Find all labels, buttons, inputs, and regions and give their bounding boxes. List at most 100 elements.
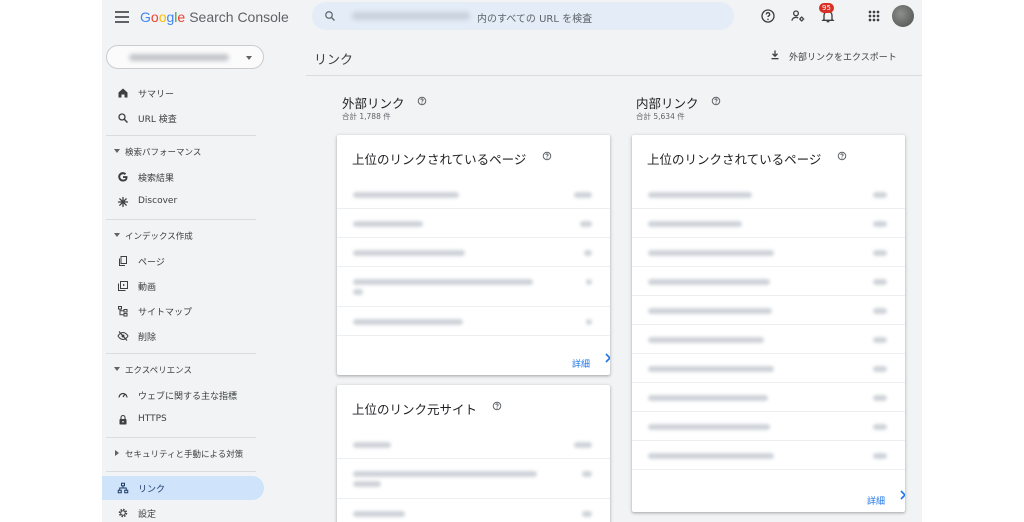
- help-icon[interactable]: [711, 96, 721, 106]
- table-row[interactable]: [337, 180, 610, 209]
- blurred-count: [586, 319, 592, 325]
- sidebar-item-https[interactable]: HTTPS: [102, 408, 264, 432]
- sidebar-item-discover[interactable]: Discover: [102, 190, 264, 214]
- table-row[interactable]: [632, 296, 905, 325]
- help-icon[interactable]: [417, 96, 427, 106]
- blurred-site: [353, 481, 381, 487]
- blurred-url: [648, 308, 772, 314]
- table-row[interactable]: [337, 238, 610, 267]
- url-inspection-search[interactable]: 内のすべての URL を検査: [312, 2, 734, 30]
- help-icon[interactable]: [542, 151, 552, 161]
- table-row[interactable]: [337, 267, 610, 307]
- sidebar-item-search-results[interactable]: 検索結果: [102, 165, 264, 189]
- help-icon[interactable]: [837, 151, 847, 161]
- blurred-count: [586, 279, 592, 285]
- table-row[interactable]: [337, 430, 610, 459]
- nav-divider: [106, 219, 256, 220]
- search-console-logo[interactable]: Google Search Console: [140, 9, 289, 25]
- sidebar-item-pages[interactable]: ページ: [102, 249, 264, 273]
- table-row[interactable]: [337, 209, 610, 238]
- blurred-count: [873, 250, 887, 256]
- help-icon[interactable]: [760, 8, 776, 24]
- help-icon[interactable]: [492, 401, 502, 411]
- table-row[interactable]: [632, 180, 905, 209]
- asterisk-icon: [117, 196, 129, 208]
- blurred-count: [873, 221, 887, 227]
- sidebar-item-settings[interactable]: 設定: [102, 501, 264, 522]
- table-row[interactable]: [632, 209, 905, 238]
- blurred-count: [582, 511, 592, 517]
- manage-accounts-icon[interactable]: [790, 8, 806, 24]
- sidebar-section-search-performance[interactable]: 検索パフォーマンス: [102, 143, 264, 161]
- details-link[interactable]: 詳細: [867, 489, 905, 508]
- download-icon: [771, 50, 779, 60]
- blurred-count: [582, 471, 592, 477]
- property-selector[interactable]: [106, 45, 264, 69]
- blurred-url: [353, 221, 423, 227]
- search-console-app: Google Search Console 内のすべての URL を検査 95 サ…: [102, 0, 922, 522]
- speed-icon: [118, 392, 128, 398]
- blurred-count: [873, 192, 887, 198]
- blurred-count: [873, 337, 887, 343]
- sidebar-item-url-inspection[interactable]: URL 検査: [102, 106, 264, 130]
- blurred-url: [648, 395, 768, 401]
- table-row[interactable]: [337, 307, 610, 336]
- table-row[interactable]: [632, 412, 905, 441]
- blurred-count: [574, 192, 592, 198]
- blurred-url: [353, 192, 459, 198]
- video-icon: [118, 281, 128, 291]
- table-row[interactable]: [632, 325, 905, 354]
- eye-off-icon: [117, 331, 129, 341]
- nav-divider: [106, 135, 256, 136]
- sidebar-item-links[interactable]: リンク: [102, 476, 264, 500]
- blurred-url: [648, 250, 774, 256]
- search-placeholder: 内のすべての URL を検査: [477, 14, 593, 25]
- account-avatar[interactable]: [892, 5, 914, 27]
- sidebar-item-core-web-vitals[interactable]: ウェブに関する主な指標: [102, 383, 264, 407]
- sidebar-section-experience[interactable]: エクスペリエンス: [102, 361, 264, 379]
- table-row[interactable]: [632, 354, 905, 383]
- blurred-count: [584, 250, 592, 256]
- external-links-total: 合計 1,788 件: [342, 112, 391, 121]
- sidebar-section-security[interactable]: セキュリティと手動による対策: [102, 445, 264, 463]
- blurred-count: [873, 308, 887, 314]
- table-row[interactable]: [337, 499, 610, 522]
- external-links-header: 外部リンク 合計 1,788 件: [342, 93, 427, 121]
- table-row[interactable]: [632, 267, 905, 296]
- notification-count-badge: 95: [819, 3, 834, 13]
- table-row[interactable]: [337, 459, 610, 499]
- home-icon: [118, 88, 128, 98]
- blurred-url: [648, 279, 770, 285]
- table-row[interactable]: [632, 383, 905, 412]
- internal-links-title: 内部リンク: [636, 96, 699, 111]
- sidebar-item-sitemaps[interactable]: サイトマップ: [102, 299, 264, 323]
- search-icon: [325, 11, 335, 21]
- nav-divider: [106, 353, 256, 354]
- chevron-right-icon: [900, 490, 905, 500]
- blurred-count: [580, 221, 592, 227]
- sidebar-item-removals[interactable]: 削除: [102, 324, 264, 348]
- blurred-url: [648, 366, 774, 372]
- menu-icon[interactable]: [115, 11, 129, 23]
- table-row[interactable]: [632, 441, 905, 470]
- table-row[interactable]: [632, 238, 905, 267]
- header-divider: [306, 75, 922, 76]
- apps-grid-icon[interactable]: [866, 8, 882, 24]
- sidebar-item-video[interactable]: 動画: [102, 274, 264, 298]
- blurred-count: [873, 279, 887, 285]
- details-link[interactable]: 詳細: [572, 352, 610, 371]
- external-top-linking-sites-card: 上位のリンク元サイト: [337, 385, 610, 522]
- gear-icon: [118, 508, 128, 518]
- page-title: リンク: [314, 53, 354, 68]
- blurred-count: [873, 395, 887, 401]
- sidebar-section-indexing[interactable]: インデックス作成: [102, 227, 264, 245]
- blurred-url: [353, 279, 533, 285]
- chevron-right-icon: [115, 450, 119, 456]
- internal-top-linked-pages-card: 上位のリンクされているページ 詳細: [632, 135, 905, 512]
- blurred-count: [873, 366, 887, 372]
- property-url-blurred: [129, 54, 229, 61]
- links-icon: [117, 482, 129, 494]
- blurred-url: [648, 453, 774, 459]
- sidebar-item-summary[interactable]: サマリー: [102, 81, 264, 105]
- chevron-down-icon: [114, 367, 120, 371]
